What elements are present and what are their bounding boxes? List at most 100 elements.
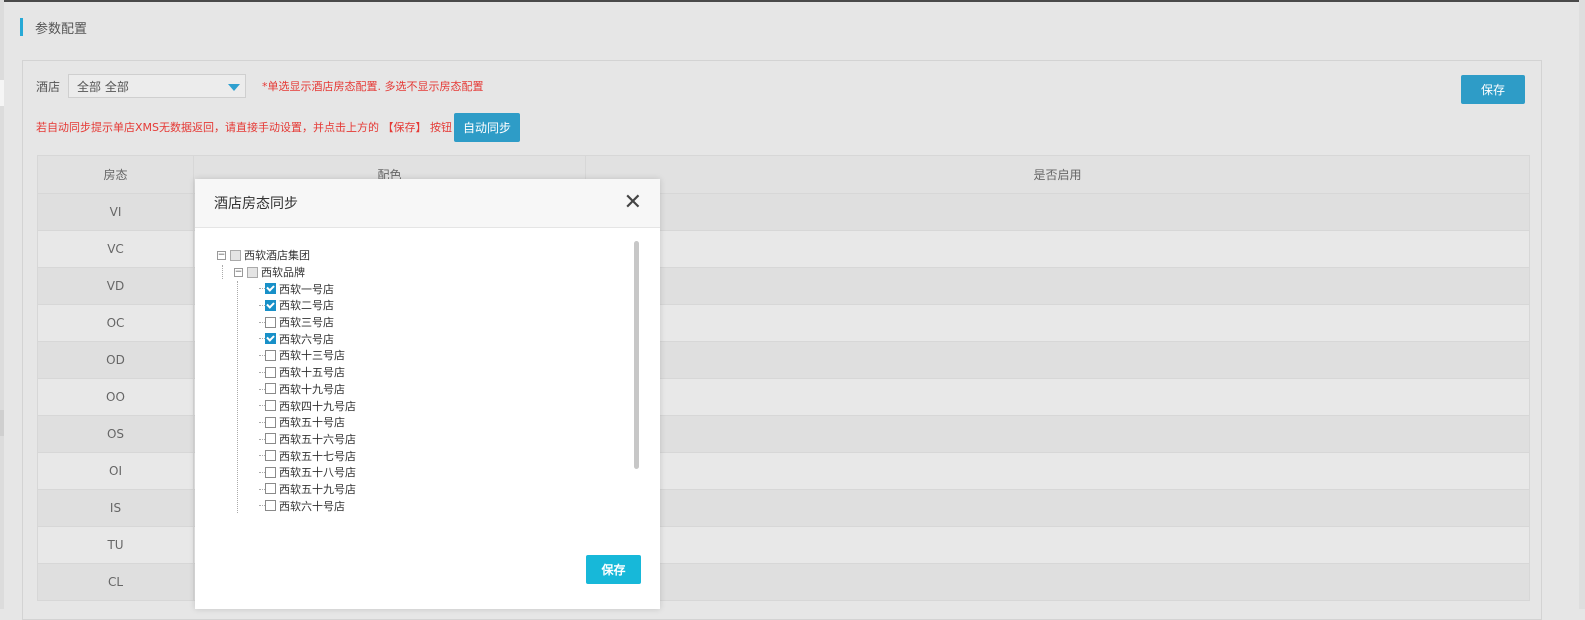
tree-node-hotel: 西软六号店 [217, 330, 617, 347]
left-rail [0, 0, 4, 609]
enabled-cell[interactable]: 启用 [585, 267, 1530, 305]
room-status-code: OC [37, 304, 194, 342]
tree-checkbox[interactable] [265, 450, 276, 462]
tree-node-label[interactable]: 西软五十九号店 [279, 481, 356, 497]
room-status-code: OO [37, 378, 194, 416]
page-title: 参数配置 [35, 21, 88, 37]
room-status-code: VD [37, 267, 194, 305]
tree-node-label[interactable]: 西软四十九号店 [279, 398, 356, 414]
tree-node-label[interactable]: 西软二号店 [279, 297, 334, 313]
tree-node-label[interactable]: 西软五十八号店 [279, 464, 356, 480]
tree-checkbox[interactable] [265, 316, 276, 328]
hotel-select-value: 全部 全部 [77, 79, 129, 94]
tree-node-label[interactable]: 西软品牌 [261, 264, 305, 280]
hotel-sync-modal: 酒店房态同步 ✕ − 西软酒店集团 − 西软品牌 西软一号店 西软二号店 西软三号店… [195, 179, 660, 609]
tree-node-label[interactable]: 西软六十号店 [279, 498, 345, 514]
save-button[interactable]: 保存 [1461, 75, 1525, 104]
tree-checkbox[interactable] [265, 483, 276, 495]
hotel-select[interactable]: 全部 全部 [68, 74, 247, 98]
tree-node-hotel: 西软五十号店 [217, 414, 617, 431]
tree-node-hotel: 西软五十九号店 [217, 481, 617, 498]
hotel-tree: − 西软酒店集团 − 西软品牌 西软一号店 西软二号店 西软三号店 西软六号店 西软十三… [217, 247, 617, 514]
enabled-cell[interactable]: 启用 [585, 193, 1530, 231]
tree-checkbox[interactable] [265, 333, 276, 345]
tree-node-label[interactable]: 西软酒店集团 [244, 247, 310, 263]
enabled-cell[interactable]: 启用 [585, 230, 1530, 268]
caret-down-icon [228, 84, 241, 91]
tree-checkbox[interactable] [247, 266, 258, 278]
tree-node-hotel: 西软十九号店 [217, 381, 617, 398]
left-rail-tab[interactable] [0, 410, 4, 436]
tree-checkbox[interactable] [265, 400, 276, 412]
tree-checkbox[interactable] [265, 283, 276, 295]
page-header: 参数配置 [20, 17, 87, 37]
enabled-cell[interactable]: 启用 [585, 415, 1530, 453]
right-scrollbar[interactable] [1579, 0, 1585, 609]
modal-header: 酒店房态同步 ✕ [195, 179, 660, 228]
tree-node-label[interactable]: 西软十五号店 [279, 364, 345, 380]
tree-node-label[interactable]: 西软五十七号店 [279, 448, 356, 464]
sync-row: 若自动同步提示单店XMS无数据返回，请直接手动设置，并点击上方的 【保存】 按钮… [36, 112, 520, 142]
room-status-code: VI [37, 193, 194, 231]
tree-node-label[interactable]: 西软五十号店 [279, 414, 345, 430]
tree-checkbox[interactable] [265, 383, 276, 395]
tree-checkbox[interactable] [265, 466, 276, 478]
tree-node-hotel: 西软五十八号店 [217, 464, 617, 481]
collapse-icon[interactable]: − [234, 267, 243, 277]
tree-node-label[interactable]: 西软五十六号店 [279, 431, 356, 447]
tree-node-hotel: 西软一号店 [217, 280, 617, 297]
hotel-label: 酒店 [36, 79, 61, 94]
tree-node-brand: − 西软品牌 [217, 264, 617, 281]
enabled-cell[interactable]: 启用 [585, 378, 1530, 416]
tree-checkbox[interactable] [265, 299, 276, 311]
room-status-code: OI [37, 452, 194, 490]
tree-node-hotel: 西软六十号店 [217, 497, 617, 514]
tree-node-hotel: 西软二号店 [217, 297, 617, 314]
enabled-cell[interactable]: 未启用 [585, 563, 1530, 601]
tree-node-hotel: 西软十三号店 [217, 347, 617, 364]
tree-node-label[interactable]: 西软十九号店 [279, 381, 345, 397]
modal-title: 酒店房态同步 [214, 196, 298, 212]
enabled-cell[interactable]: 未启用 [585, 452, 1530, 490]
tree-checkbox[interactable] [230, 249, 241, 261]
tree-node-label[interactable]: 西软一号店 [279, 281, 334, 297]
hotel-list: 西软一号店 西软二号店 西软三号店 西软六号店 西软十三号店 西软十五号店 西软十九号店 西软… [217, 280, 617, 514]
auto-sync-button[interactable]: 自动同步 [454, 112, 520, 142]
tree-checkbox[interactable] [265, 349, 276, 361]
enabled-cell[interactable]: 启用 [585, 304, 1530, 342]
sync-warning: 若自动同步提示单店XMS无数据返回，请直接手动设置，并点击上方的 【保存】 按钮 [36, 121, 452, 134]
tree-node-group: − 西软酒店集团 [217, 247, 617, 264]
modal-save-button[interactable]: 保存 [586, 555, 641, 584]
enabled-cell[interactable]: 未启用 [585, 526, 1530, 564]
close-icon[interactable]: ✕ [624, 192, 642, 214]
header-room-status: 房态 [37, 155, 194, 194]
room-status-code: OD [37, 341, 194, 379]
header-enabled: 是否启用 [585, 155, 1530, 194]
room-status-code: TU [37, 526, 194, 564]
left-rail-tab[interactable] [0, 80, 4, 106]
tree-node-hotel: 西软十五号店 [217, 364, 617, 381]
tree-node-hotel: 西软五十七号店 [217, 447, 617, 464]
tree-node-label[interactable]: 西软三号店 [279, 314, 334, 330]
tree-node-hotel: 西软五十六号店 [217, 431, 617, 448]
tree-node-label[interactable]: 西软六号店 [279, 331, 334, 347]
header-accent [20, 18, 23, 36]
top-bar [0, 0, 1585, 2]
tree-checkbox[interactable] [265, 416, 276, 428]
tree-node-label[interactable]: 西软十三号店 [279, 347, 345, 363]
tree-checkbox[interactable] [265, 366, 276, 378]
room-status-code: CL [37, 563, 194, 601]
tree-node-hotel: 西软四十九号店 [217, 397, 617, 414]
tree-node-hotel: 西软三号店 [217, 314, 617, 331]
room-status-code: IS [37, 489, 194, 527]
tree-scrollbar[interactable] [634, 241, 639, 469]
room-status-code: OS [37, 415, 194, 453]
tree-checkbox[interactable] [265, 500, 276, 512]
room-status-code: VC [37, 230, 194, 268]
select-hint: *单选显示酒店房态配置. 多选不显示房态配置 [262, 80, 484, 93]
tree-checkbox[interactable] [265, 433, 276, 445]
hotel-filter: 酒店 全部 全部 *单选显示酒店房态配置. 多选不显示房态配置 [36, 73, 484, 99]
collapse-icon[interactable]: − [217, 250, 226, 260]
enabled-cell[interactable]: 启用 [585, 341, 1530, 379]
enabled-cell[interactable]: 未启用 [585, 489, 1530, 527]
